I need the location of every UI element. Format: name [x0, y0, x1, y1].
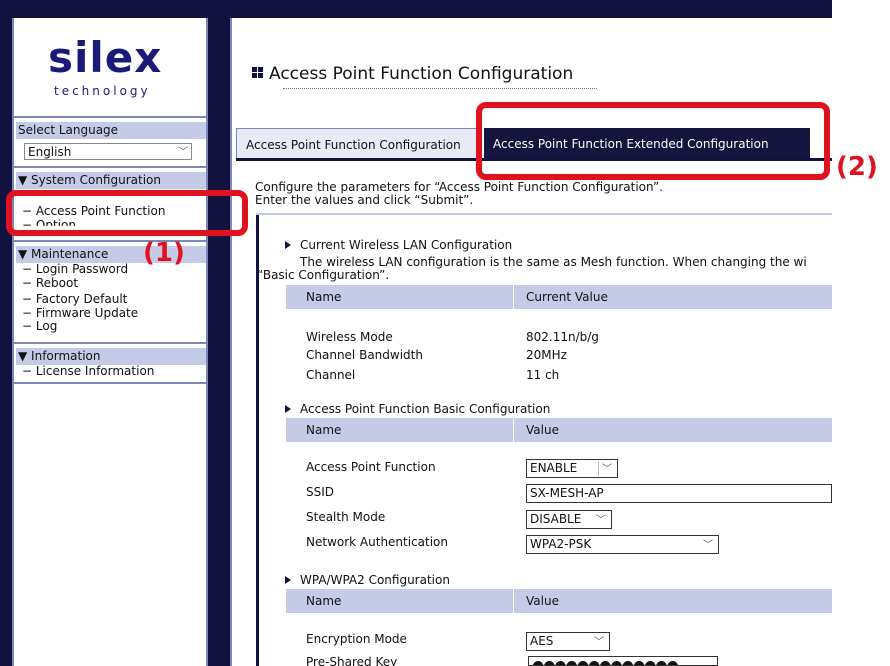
- access-point-function-value: ENABLE: [530, 461, 578, 475]
- language-select[interactable]: English ﹀: [24, 143, 192, 160]
- current-wlan-note-1: The wireless LAN configuration is the sa…: [300, 255, 807, 269]
- sidebar-item-factory-default[interactable]: − Factory Default: [22, 292, 127, 306]
- chevron-down-icon: ﹀: [703, 540, 713, 551]
- tab-ap-function-configuration[interactable]: Access Point Function Configuration: [236, 128, 482, 160]
- encryption-mode-value: AES: [530, 634, 554, 648]
- logo-tagline: technology: [54, 84, 151, 98]
- column-header-value: Value: [526, 594, 559, 608]
- row-label-stealth-mode: Stealth Mode: [306, 510, 386, 524]
- title-grid-icon: [252, 67, 263, 78]
- row-label-ssid: SSID: [306, 485, 335, 499]
- row-label-network-authentication: Network Authentication: [306, 535, 449, 549]
- sidebar-item-log[interactable]: − Log: [22, 319, 57, 333]
- title-underline: [283, 88, 597, 89]
- column-separator: [513, 589, 514, 613]
- chevron-down-icon: ﹀: [594, 637, 604, 648]
- triangle-right-icon: [285, 405, 291, 413]
- highlight-box-1: [6, 190, 248, 236]
- page-title: Access Point Function Configuration: [252, 64, 573, 84]
- sidebar-item-firmware-update[interactable]: − Firmware Update: [22, 306, 138, 320]
- sidebar-item-license-information[interactable]: − License Information: [22, 364, 154, 378]
- sidebar-divider: [14, 116, 206, 118]
- triangle-right-icon: [285, 241, 291, 249]
- column-separator: [513, 418, 514, 442]
- sidebar: silex technology Select Language English…: [12, 18, 208, 666]
- description-line-2: Enter the values and click “Submit”.: [255, 193, 474, 207]
- section-ap-basic-heading: Access Point Function Basic Configuratio…: [285, 402, 550, 416]
- sidebar-divider: [14, 342, 206, 344]
- language-value: English: [28, 145, 72, 159]
- highlight-box-2: [476, 102, 830, 180]
- stealth-mode-value: DISABLE: [530, 512, 582, 526]
- access-point-function-select[interactable]: ENABLE ﹀: [526, 459, 618, 478]
- column-header-name: Name: [306, 423, 342, 437]
- callout-label-2: (2): [836, 152, 878, 182]
- column-separator: [513, 285, 514, 309]
- sidebar-item-reboot[interactable]: − Reboot: [22, 276, 78, 290]
- column-header-name: Name: [306, 594, 342, 608]
- sidebar-divider: [14, 166, 206, 168]
- frame-divider: [208, 0, 230, 666]
- form-bracket-top: [256, 213, 832, 215]
- network-authentication-select[interactable]: WPA2-PSK ﹀: [526, 535, 719, 554]
- row-label-wireless-mode: Wireless Mode: [306, 330, 393, 344]
- row-value-channel-bandwidth: 20MHz: [526, 348, 567, 362]
- column-header-name: Name: [306, 290, 342, 304]
- ssid-input[interactable]: SX-MESH-AP: [526, 484, 832, 503]
- column-header-current-value: Current Value: [526, 290, 608, 304]
- encryption-mode-select[interactable]: AES ﹀: [526, 632, 610, 651]
- row-label-access-point-function: Access Point Function: [306, 460, 436, 474]
- sidebar-divider: [14, 382, 206, 384]
- network-authentication-value: WPA2-PSK: [530, 537, 592, 551]
- sidebar-item-login-password[interactable]: − Login Password: [22, 262, 128, 276]
- callout-label-1: (1): [143, 238, 185, 268]
- top-frame-bar: [0, 0, 832, 18]
- section-current-wlan-heading: Current Wireless LAN Configuration: [285, 238, 512, 252]
- column-header-value: Value: [526, 423, 559, 437]
- row-label-channel-bandwidth: Channel Bandwidth: [306, 348, 423, 362]
- chevron-down-icon: ﹀: [178, 147, 188, 158]
- section-wpa-heading: WPA/WPA2 Configuration: [285, 573, 450, 587]
- stealth-mode-select[interactable]: DISABLE ﹀: [526, 510, 612, 529]
- row-label-encryption-mode: Encryption Mode: [306, 632, 407, 646]
- table-header: Name Value: [286, 589, 832, 613]
- row-value-channel: 11 ch: [526, 368, 560, 382]
- logo-brand: silex: [48, 33, 163, 82]
- table-header: Name Value: [286, 418, 832, 442]
- language-label: Select Language: [16, 122, 206, 139]
- current-wlan-note-2: “Basic Configuration”.: [257, 268, 390, 282]
- triangle-right-icon: [285, 576, 291, 584]
- row-value-wireless-mode: 802.11n/b/g: [526, 330, 599, 344]
- right-blank-area: [832, 0, 890, 666]
- sidebar-header-information[interactable]: ▼ Information: [16, 348, 206, 365]
- silex-logo: silex technology: [14, 18, 206, 116]
- row-label-channel: Channel: [306, 368, 356, 382]
- pre-shared-key-input[interactable]: ●●●●●●●●●●●●●: [528, 656, 718, 666]
- table-header: Name Current Value: [286, 285, 832, 309]
- chevron-down-icon: ﹀: [598, 461, 615, 476]
- sidebar-header-system[interactable]: ▼ System Configuration: [16, 172, 206, 189]
- left-frame-border: [0, 0, 12, 666]
- row-label-pre-shared-key: Pre-Shared Key: [306, 655, 398, 666]
- chevron-down-icon: ﹀: [596, 515, 606, 526]
